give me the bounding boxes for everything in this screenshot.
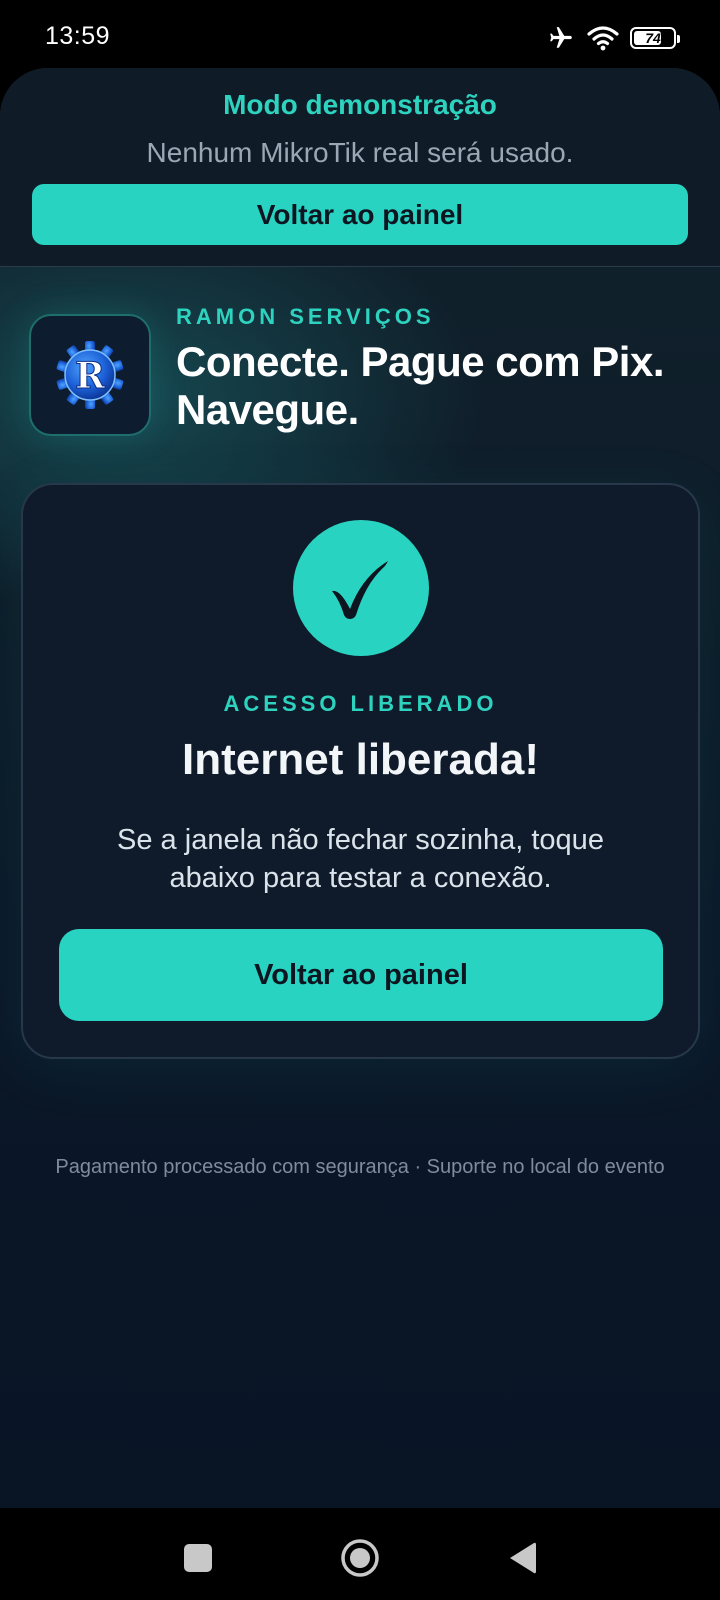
checkmark-icon (332, 561, 388, 619)
recents-square-icon[interactable] (168, 1528, 228, 1588)
battery-level: 74 (645, 30, 661, 46)
airplane-icon (550, 27, 572, 48)
logo-letter: R (75, 355, 106, 397)
back-to-panel-button-top[interactable]: Voltar ao painel (32, 184, 688, 245)
status-time: 13:59 (45, 22, 111, 50)
gear-logo-icon: R (56, 341, 124, 409)
back-to-panel-button[interactable]: Voltar ao painel (59, 929, 663, 1021)
navigation-bar (0, 1508, 720, 1600)
footer-note: Pagamento processado com segurança · Sup… (55, 1156, 665, 1178)
card-description: Se a janela não fechar sozinha, toque ab… (117, 824, 604, 894)
card-eyebrow: ACESSO LIBERADO (223, 691, 498, 716)
home-circle-icon[interactable] (330, 1528, 390, 1588)
brand-tagline: Conecte. Pague com Pix. Navegue. (176, 338, 665, 433)
card-title: Internet liberada! (182, 735, 539, 784)
brand-name: RAMON SERVIÇOS (176, 304, 435, 329)
status-icons: 74 (546, 22, 680, 54)
app-content: Modo demonstração Nenhum MikroTik real s… (0, 68, 720, 1508)
phone-screen: 13:59 74 Modo demonstração Nenhum MikroT… (0, 0, 720, 1600)
access-card: ACESSO LIBERADO Internet liberada! Se a … (21, 483, 700, 1059)
status-bar: 13:59 74 (0, 0, 720, 72)
back-triangle-icon[interactable] (492, 1528, 552, 1588)
battery-icon: 74 (630, 27, 680, 49)
demo-subtitle: Nenhum MikroTik real será usado. (146, 137, 574, 168)
brand-logo: R (29, 314, 151, 436)
wifi-icon (587, 26, 619, 51)
demo-title: Modo demonstração (223, 89, 497, 120)
success-badge (293, 520, 429, 656)
demo-banner: Modo demonstração Nenhum MikroTik real s… (0, 68, 720, 267)
